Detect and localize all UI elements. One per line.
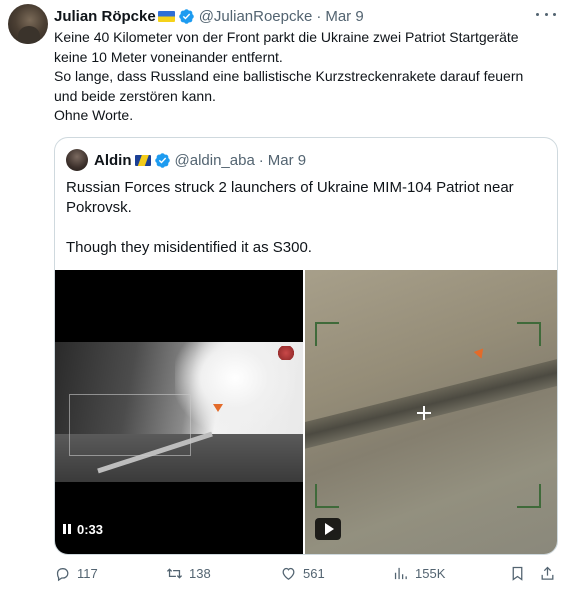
like-button[interactable]: 561 [280,562,325,584]
views-count: 155K [415,565,446,581]
video-duration[interactable]: 0:33 [63,518,103,540]
frame-corner-icon [315,322,339,346]
verified-badge-icon [178,8,194,24]
video-aerial[interactable] [305,270,557,554]
frame-corner-icon [517,484,541,508]
play-icon[interactable] [315,518,341,540]
frame-corner-icon [517,322,541,346]
more-options-icon[interactable] [536,6,556,22]
tweet-text-line: Ohne Worte. [54,107,134,124]
tweet-text-line: So lange, dass Russland eine ballistisch… [54,68,524,85]
repost-count: 138 [189,565,211,581]
author-name[interactable]: Julian Röpcke [54,8,156,25]
author-avatar[interactable] [8,4,48,44]
pause-icon[interactable] [63,524,71,534]
views-button[interactable]: 155K [392,562,445,584]
treeline-strip [305,356,557,450]
tweet-text-line: Keine 40 Kilometer von der Front parkt d… [54,29,519,45]
quoted-tweet-date[interactable]: Mar 9 [268,152,306,169]
media-grid: 0:33 [55,270,557,554]
reply-button[interactable]: 117 [54,562,98,584]
like-count: 561 [303,565,325,581]
tweet-text-line: keine 10 Meter voneinander entfernt. [54,48,283,65]
quoted-text-line [66,218,546,238]
quoted-text-line: Though they misidentified it as S300. [66,239,312,256]
repost-button[interactable]: 138 [166,562,211,584]
bookmark-icon [512,566,523,581]
quoted-author-avatar[interactable] [66,149,88,171]
share-icon [541,566,554,580]
quoted-text-line: Pokrovsk. [66,199,132,216]
reply-icon [56,567,69,581]
target-marker-icon [213,404,223,412]
separator-dot: · [316,7,322,25]
heart-icon [282,567,295,580]
crosshair-icon [417,406,431,420]
verified-badge-icon [154,152,170,168]
tweet-text: Keine 40 Kilometer von der Front parkt d… [54,28,559,126]
quoted-text-line: Russian Forces struck 2 launchers of Ukr… [66,179,514,196]
action-bar: 117 138 561 155K [54,562,559,584]
quoted-author-handle[interactable]: @aldin_aba [175,152,255,169]
bookmark-button[interactable] [509,562,526,584]
views-chart-icon [394,567,407,579]
separator-dot: · [258,151,264,169]
duration-label: 0:33 [77,521,104,537]
tweet-text-line: und beide zerstören kann. [54,87,216,104]
quoted-tweet[interactable]: Aldin @aldin_aba · Mar 9 Russian Forces … [54,137,558,555]
ukraine-flag-icon [157,10,175,22]
video-thermal[interactable]: 0:33 [55,270,303,554]
target-marker-icon [473,348,487,361]
thermal-footage [55,342,303,482]
author-handle[interactable]: @JulianRoepcke [199,8,313,25]
tweet-header: Julian Röpcke @JulianRoepcke · Mar 9 [54,6,364,26]
share-button[interactable] [539,562,556,584]
quoted-author-name[interactable]: Aldin [94,152,132,169]
quoted-tweet-header: Aldin @aldin_aba · Mar 9 [66,149,306,171]
bosnia-flag-icon [134,154,151,166]
emblem-icon [277,346,295,360]
reply-count: 117 [77,565,98,581]
quoted-tweet-text: Russian Forces struck 2 launchers of Ukr… [66,178,546,258]
repost-icon [166,567,183,579]
tweet: Julian Röpcke @JulianRoepcke · Mar 9 Kei… [0,0,570,600]
frame-corner-icon [315,484,339,508]
tweet-date[interactable]: Mar 9 [325,8,363,25]
